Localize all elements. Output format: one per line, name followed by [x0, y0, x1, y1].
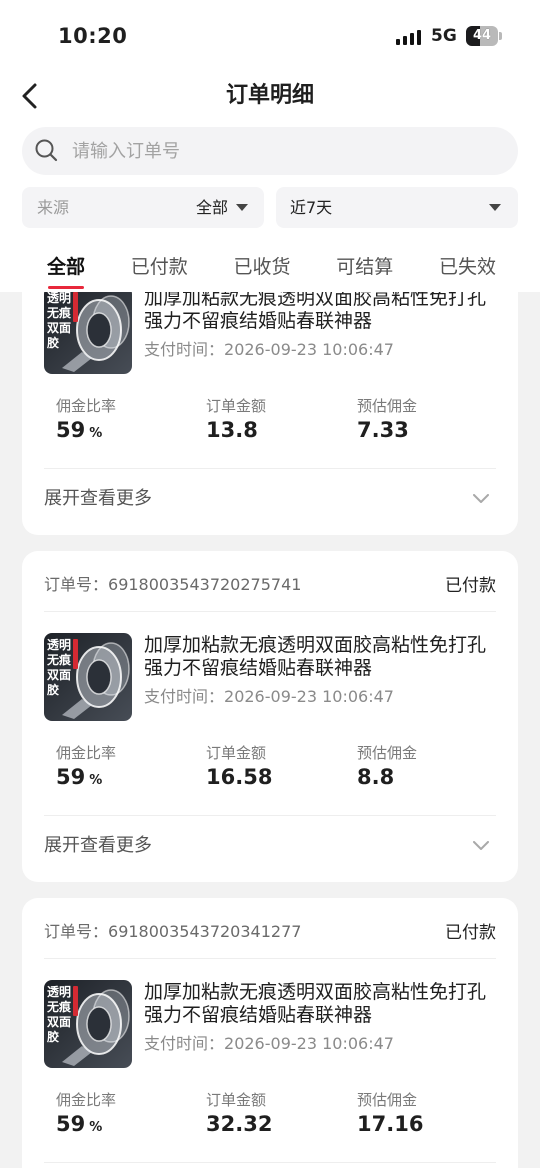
order-header: 订单号：6918003543720275741 已付款: [44, 571, 496, 596]
estimated-commission-value: 7.33: [357, 418, 409, 442]
product-image[interactable]: 透明无痕双面胶: [44, 633, 132, 721]
pay-time: 支付时间：2026-09-23 10:06:47: [144, 687, 394, 707]
search-icon: [35, 139, 58, 162]
commission-rate-number: 59: [56, 765, 86, 789]
percent-unit: %: [89, 426, 103, 441]
status-tabs: 全部 已付款 已收货 可结算 已失效: [47, 255, 496, 289]
chevron-down-icon: [473, 494, 489, 503]
pay-time-label: 支付时间：: [144, 687, 225, 706]
battery-nub: [499, 32, 502, 40]
tab-invalid[interactable]: 已失效: [439, 255, 496, 281]
pay-time-value: 2026-09-23 10:06:47: [224, 687, 394, 706]
expand-more-button[interactable]: 展开查看更多: [44, 478, 496, 520]
order-number-value: 6918003543720275741: [108, 575, 302, 594]
source-filter-value: 全部: [196, 198, 229, 217]
estimated-commission: 预估佣金 7.33: [357, 397, 417, 443]
product-image-text: 透明无痕双面胶: [47, 985, 72, 1044]
order-amount: 订单金额 16.58: [206, 744, 272, 790]
order-number[interactable]: 订单号：6918003543720275741: [44, 571, 301, 595]
order-amount-value: 16.58: [206, 765, 273, 789]
order-number-value: 6918003543720341277: [108, 922, 302, 941]
percent-unit: %: [89, 773, 103, 788]
divider: [44, 468, 496, 469]
commission-rate-value: 59%: [56, 764, 116, 794]
pay-time: 支付时间：2026-09-23 10:06:47: [144, 1034, 394, 1054]
tab-received[interactable]: 已收货: [233, 255, 290, 281]
product-title[interactable]: 加厚加粘款无痕透明双面胶高粘性免打孔强力不留痕结婚贴春联神器: [144, 287, 496, 333]
order-number-label: 订单号：: [44, 922, 109, 941]
commission-rate: 佣金比率 59%: [56, 397, 116, 447]
top-area: 10:20 5G 44 订单明细 来源 全部 近7天 全部 已付款 已收货: [0, 0, 540, 292]
estimated-commission-label: 预估佣金: [357, 744, 418, 762]
divider: [44, 815, 496, 816]
commission-rate: 佣金比率 59%: [56, 744, 116, 794]
commission-rate-label: 佣金比率: [56, 744, 117, 762]
status-time: 10:20: [58, 24, 128, 48]
commission-rate-value: 59%: [56, 417, 116, 447]
pay-time-value: 2026-09-23 10:06:47: [224, 340, 394, 359]
order-header: 订单号：6918003543720341277 已付款: [44, 918, 496, 943]
divider: [44, 958, 496, 959]
percent-unit: %: [89, 1120, 103, 1135]
chevron-down-icon: [473, 841, 489, 850]
network-type: 5G: [431, 26, 457, 46]
order-number-label: 订单号：: [44, 575, 109, 594]
order-amount: 订单金额 13.8: [206, 397, 266, 443]
product-image[interactable]: 透明无痕双面胶: [44, 286, 132, 374]
order-card[interactable]: 订单号：6918003543720275741 已付款 透明无痕双面胶 加厚加粘…: [22, 551, 518, 882]
product-image-text: 透明无痕双面胶: [47, 638, 72, 697]
pay-time-label: 支付时间：: [144, 1034, 225, 1053]
order-amount: 订单金额 32.32: [206, 1091, 272, 1137]
estimated-commission: 预估佣金 8.8: [357, 744, 417, 790]
order-amount-value: 32.32: [206, 1112, 273, 1136]
search-input[interactable]: [72, 127, 502, 175]
commission-rate-label: 佣金比率: [56, 1091, 117, 1109]
product-image[interactable]: 透明无痕双面胶: [44, 980, 132, 1068]
commission-rate-number: 59: [56, 418, 86, 442]
product-title[interactable]: 加厚加粘款无痕透明双面胶高粘性免打孔强力不留痕结婚贴春联神器: [144, 981, 496, 1027]
tab-paid[interactable]: 已付款: [131, 255, 188, 281]
caret-down-icon: [236, 204, 248, 211]
commission-rate: 佣金比率 59%: [56, 1091, 116, 1141]
page-title: 订单明细: [225, 83, 314, 108]
commission-rate-label: 佣金比率: [56, 397, 117, 415]
order-status: 已付款: [445, 922, 496, 943]
estimated-commission-label: 预估佣金: [357, 397, 418, 415]
order-amount-label: 订单金额: [206, 744, 267, 762]
source-filter-label: 来源: [37, 198, 70, 217]
expand-more-label: 展开查看更多: [44, 488, 152, 509]
order-list[interactable]: 透明无痕双面胶 加厚加粘款无痕透明双面胶高粘性免打孔强力不留痕结婚贴春联神器 支…: [22, 204, 518, 1168]
expand-more-button[interactable]: 展开查看更多: [44, 825, 496, 867]
estimated-commission-value: 17.16: [357, 1112, 424, 1136]
order-amount-label: 订单金额: [206, 397, 267, 415]
source-filter[interactable]: 来源 全部: [22, 187, 264, 228]
signal-icon: [396, 30, 421, 45]
pay-time: 支付时间：2026-09-23 10:06:47: [144, 340, 394, 360]
pay-time-value: 2026-09-23 10:06:47: [224, 1034, 394, 1053]
commission-rate-value: 59%: [56, 1111, 116, 1141]
order-number[interactable]: 订单号：6918003543720341277: [44, 918, 301, 942]
caret-down-icon: [489, 204, 501, 211]
tab-settleable[interactable]: 可结算: [336, 255, 393, 281]
estimated-commission: 预估佣金 17.16: [357, 1091, 423, 1137]
date-range-filter[interactable]: 近7天: [276, 187, 518, 228]
product-title[interactable]: 加厚加粘款无痕透明双面胶高粘性免打孔强力不留痕结婚贴春联神器: [144, 634, 496, 680]
order-amount-label: 订单金额: [206, 1091, 267, 1109]
date-range-value: 近7天: [290, 198, 333, 217]
order-card[interactable]: 订单号：6918003543720341277 已付款 透明无痕双面胶 加厚加粘…: [22, 898, 518, 1168]
search-bar[interactable]: [22, 127, 518, 175]
expand-more-label: 展开查看更多: [44, 835, 152, 856]
order-status: 已付款: [445, 575, 496, 596]
divider: [44, 611, 496, 612]
pay-time-label: 支付时间：: [144, 340, 225, 359]
commission-rate-number: 59: [56, 1112, 86, 1136]
tab-all[interactable]: 全部: [47, 255, 85, 289]
divider: [44, 1162, 496, 1163]
battery-icon: 44: [466, 26, 498, 46]
order-amount-value: 13.8: [206, 418, 258, 442]
battery-level: 44: [472, 28, 492, 43]
estimated-commission-label: 预估佣金: [357, 1091, 418, 1109]
product-image-text: 透明无痕双面胶: [47, 291, 72, 350]
estimated-commission-value: 8.8: [357, 765, 395, 789]
